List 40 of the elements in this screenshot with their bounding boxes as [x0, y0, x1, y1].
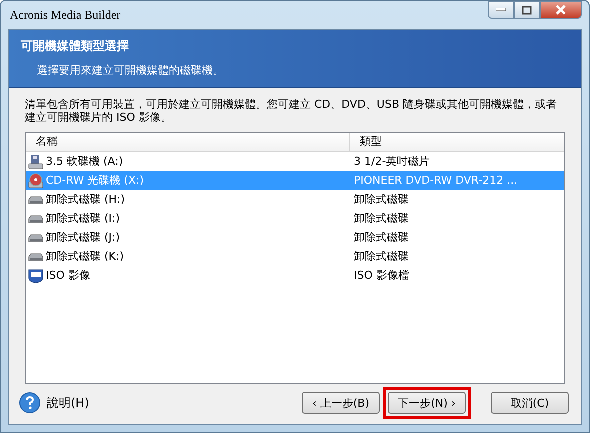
minimize-icon — [496, 8, 506, 12]
drive-type: 卸除式磁碟 — [353, 249, 410, 264]
drive-type: 3 1/2-英吋磁片 — [353, 154, 432, 169]
drive-row[interactable]: 3.5 軟碟機 (A:) 3 1/2-英吋磁片 — [26, 152, 564, 171]
disc-image-icon — [28, 268, 44, 284]
minimize-button[interactable] — [488, 1, 514, 19]
column-header[interactable]: 名稱 — [26, 133, 350, 151]
column-header[interactable]: 類型 — [350, 133, 564, 151]
help-icon[interactable] — [19, 392, 41, 414]
maximize-button[interactable] — [514, 1, 540, 19]
next-button[interactable]: 下一步(N) › — [388, 392, 466, 414]
drive-name: 3.5 軟碟機 (A:) — [46, 154, 124, 169]
close-button[interactable] — [540, 1, 582, 19]
drive-row[interactable]: 卸除式磁碟 (J:) 卸除式磁碟 — [26, 228, 564, 247]
disc-drive-icon — [28, 172, 44, 188]
drive-type: ISO 影像檔 — [353, 268, 410, 283]
cancel-button[interactable]: 取消(C) — [491, 392, 569, 414]
drive-row[interactable]: 卸除式磁碟 (I:) 卸除式磁碟 — [26, 209, 564, 228]
page-title: 可開機媒體類型選擇 — [21, 38, 130, 55]
drive-type: PIONEER DVD-RW DVR-212 ... — [353, 174, 519, 187]
drive-row[interactable]: 卸除式磁碟 (K:) 卸除式磁碟 — [26, 247, 564, 266]
drive-name: 卸除式磁碟 (J:) — [46, 230, 120, 245]
drive-name: 卸除式磁碟 (I:) — [46, 211, 120, 226]
window-title: Acronis Media Builder — [9, 8, 121, 22]
floppy-drive-icon — [28, 154, 44, 170]
drive-name: 卸除式磁碟 (K:) — [46, 249, 124, 264]
back-button[interactable]: ‹ 上一步(B) — [302, 392, 380, 414]
drive-name: 卸除式磁碟 (H:) — [46, 192, 126, 207]
drive-name: CD-RW 光碟機 (X:) — [46, 173, 144, 188]
drive-type: 卸除式磁碟 — [353, 192, 410, 207]
description-text: 清單包含所有可用裝置，可用於建立可開機媒體。您可建立 CD、DVD、USB 隨身碟或其他可開機媒體，或者建立可開機碟片的 ISO 影像。 — [25, 98, 558, 124]
drive-name: ISO 影像 — [46, 268, 90, 283]
drive-type: 卸除式磁碟 — [353, 230, 410, 245]
drive-row[interactable]: ISO 影像 ISO 影像檔 — [26, 266, 564, 285]
drive-row[interactable]: 卸除式磁碟 (H:) 卸除式磁碟 — [26, 190, 564, 209]
maximize-icon — [522, 6, 532, 14]
page-subtitle: 選擇要用來建立可開機媒體的磁碟機。 — [36, 63, 225, 78]
close-icon — [555, 5, 567, 15]
drive-type: 卸除式磁碟 — [353, 211, 410, 226]
help-link[interactable]: 說明(H) — [47, 394, 90, 412]
